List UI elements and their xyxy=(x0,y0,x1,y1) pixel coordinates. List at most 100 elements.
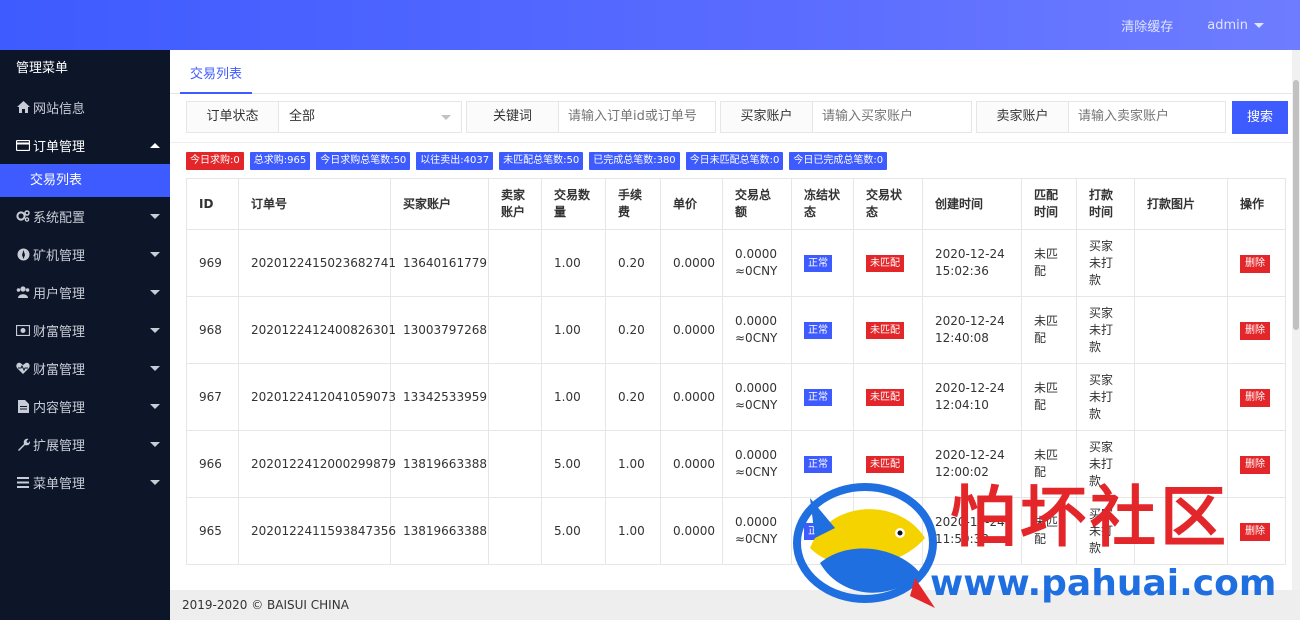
search-button[interactable]: 搜索 xyxy=(1232,101,1288,134)
cell-order-no: 2020122412400826301 xyxy=(238,296,396,364)
user-menu[interactable]: admin xyxy=(1207,18,1264,33)
wrench-icon xyxy=(16,437,30,451)
sidebar-item-extensions[interactable]: 扩展管理 xyxy=(0,425,170,463)
col-matched: 匹配时间 xyxy=(1021,178,1077,230)
sidebar-item-label: 内容管理 xyxy=(33,400,86,416)
cell-paid: 买家未打款 xyxy=(1076,296,1135,364)
created-time: 12:04:10 xyxy=(935,398,989,412)
cell-freeze: 正常 xyxy=(791,296,854,364)
stat-badge-today-unmatched: 今日未匹配总笔数:0 xyxy=(685,152,784,170)
sidebar-item-site-info[interactable]: 网站信息 xyxy=(0,88,170,126)
created-date: 2020-12-24 xyxy=(935,515,1005,529)
header-actions: 清除缓存 admin xyxy=(1121,0,1264,50)
cell-matched: 未匹配 xyxy=(1021,229,1077,297)
sidebar-item-users[interactable]: 用户管理 xyxy=(0,273,170,311)
cell-qty: 5.00 xyxy=(541,430,606,498)
cell-buyer: 13640161779 xyxy=(390,229,489,297)
total-cny: ≈0CNY xyxy=(735,264,778,278)
cell-status: 未匹配 xyxy=(853,430,923,498)
cell-matched: 未匹配 xyxy=(1021,430,1077,498)
sidebar-item-wealth-2[interactable]: 财富管理 xyxy=(0,349,170,387)
cell-actions: 删除 xyxy=(1227,296,1286,364)
scrollbar[interactable] xyxy=(1292,50,1300,590)
total-cny: ≈0CNY xyxy=(735,331,778,345)
delete-button[interactable]: 删除 xyxy=(1240,388,1270,407)
cell-buyer: 13819663388 xyxy=(390,430,489,498)
tab-trade-list[interactable]: 交易列表 xyxy=(180,62,253,94)
cell-seller xyxy=(488,229,542,297)
sidebar-item-wealth-1[interactable]: 财富管理 xyxy=(0,311,170,349)
sidebar-item-system-config[interactable]: 系统配置 xyxy=(0,197,170,235)
freeze-status-badge: 正常 xyxy=(804,523,832,540)
cell-status: 未匹配 xyxy=(853,497,923,565)
cell-created: 2020-12-24 12:40:08 xyxy=(922,296,1022,364)
cell-id: 968 xyxy=(186,296,239,364)
cell-total: 0.0000 ≈0CNY xyxy=(722,430,792,498)
cell-status: 未匹配 xyxy=(853,229,923,297)
col-pay-image: 打款图片 xyxy=(1134,178,1228,230)
sidebar-item-orders[interactable]: 订单管理 xyxy=(0,126,170,164)
cell-price: 0.0000 xyxy=(660,497,723,565)
cell-id: 965 xyxy=(186,497,239,565)
order-status-select[interactable]: 全部 xyxy=(279,102,461,132)
sidebar-item-label: 用户管理 xyxy=(33,286,86,302)
cell-actions: 删除 xyxy=(1227,363,1286,431)
delete-button[interactable]: 删除 xyxy=(1240,455,1270,474)
sidebar-item-menus[interactable]: 菜单管理 xyxy=(0,463,170,501)
total-amount: 0.0000 xyxy=(735,448,777,462)
cell-order-no: 2020122415023682741 xyxy=(238,229,396,297)
chevron-down-icon xyxy=(150,441,160,447)
cell-id: 966 xyxy=(186,430,239,498)
cell-price: 0.0000 xyxy=(660,296,723,364)
keyword-label: 关键词 xyxy=(467,102,559,132)
total-cny: ≈0CNY xyxy=(735,532,778,546)
sidebar-item-label: 订单管理 xyxy=(33,139,86,155)
chevron-down-icon xyxy=(150,289,160,295)
seller-input[interactable] xyxy=(1069,102,1225,132)
cell-matched: 未匹配 xyxy=(1021,296,1077,364)
stat-badge-today-buy: 今日求购:0 xyxy=(186,152,244,170)
cell-fee: 0.20 xyxy=(605,229,661,297)
cell-price: 0.0000 xyxy=(660,229,723,297)
scrollbar-thumb[interactable] xyxy=(1293,80,1299,330)
delete-button[interactable]: 删除 xyxy=(1240,522,1270,541)
delete-button[interactable]: 删除 xyxy=(1240,321,1270,340)
col-buyer: 买家账户 xyxy=(390,178,489,230)
cell-buyer: 13819663388 xyxy=(390,497,489,565)
cell-created: 2020-12-24 12:04:10 xyxy=(922,363,1022,431)
cell-order-no: 2020122412000299879 xyxy=(238,430,396,498)
order-status-label: 订单状态 xyxy=(187,102,279,132)
stat-badge-past-sold: 以往卖出:4037 xyxy=(416,152,494,170)
col-seller: 卖家账户 xyxy=(488,178,542,230)
cell-total: 0.0000 ≈0CNY xyxy=(722,229,792,297)
cell-actions: 删除 xyxy=(1227,497,1286,565)
clear-cache-link[interactable]: 清除缓存 xyxy=(1121,16,1173,35)
cell-paid: 买家未打款 xyxy=(1076,497,1135,565)
keyword-input[interactable] xyxy=(559,102,715,132)
freeze-status-badge: 正常 xyxy=(804,322,832,339)
created-date: 2020-12-24 xyxy=(935,381,1005,395)
sidebar-item-label: 矿机管理 xyxy=(33,248,86,264)
sidebar-subitem-trade-list[interactable]: 交易列表 xyxy=(0,164,170,197)
cell-qty: 1.00 xyxy=(541,229,606,297)
cell-qty: 1.00 xyxy=(541,363,606,431)
cell-seller xyxy=(488,296,542,364)
stat-badge-completed-count: 已完成总笔数:380 xyxy=(589,152,680,170)
jet-icon xyxy=(16,247,30,261)
col-actions: 操作 xyxy=(1227,178,1286,230)
cell-freeze: 正常 xyxy=(791,497,854,565)
trade-status-badge: 未匹配 xyxy=(866,456,904,473)
seller-label: 卖家账户 xyxy=(977,102,1069,132)
sidebar-item-miner[interactable]: 矿机管理 xyxy=(0,235,170,273)
delete-button[interactable]: 删除 xyxy=(1240,254,1270,273)
freeze-status-badge: 正常 xyxy=(804,389,832,406)
sidebar-item-label: 财富管理 xyxy=(33,324,86,340)
cell-seller xyxy=(488,497,542,565)
cell-paid: 买家未打款 xyxy=(1076,430,1135,498)
sidebar-item-content[interactable]: 内容管理 xyxy=(0,387,170,425)
table-row: 966 2020122412000299879 13819663388 5.00 1.0… xyxy=(186,430,1286,498)
divider xyxy=(170,142,1300,143)
cell-price: 0.0000 xyxy=(660,430,723,498)
buyer-input[interactable] xyxy=(813,102,971,132)
col-qty: 交易数量 xyxy=(541,178,606,230)
